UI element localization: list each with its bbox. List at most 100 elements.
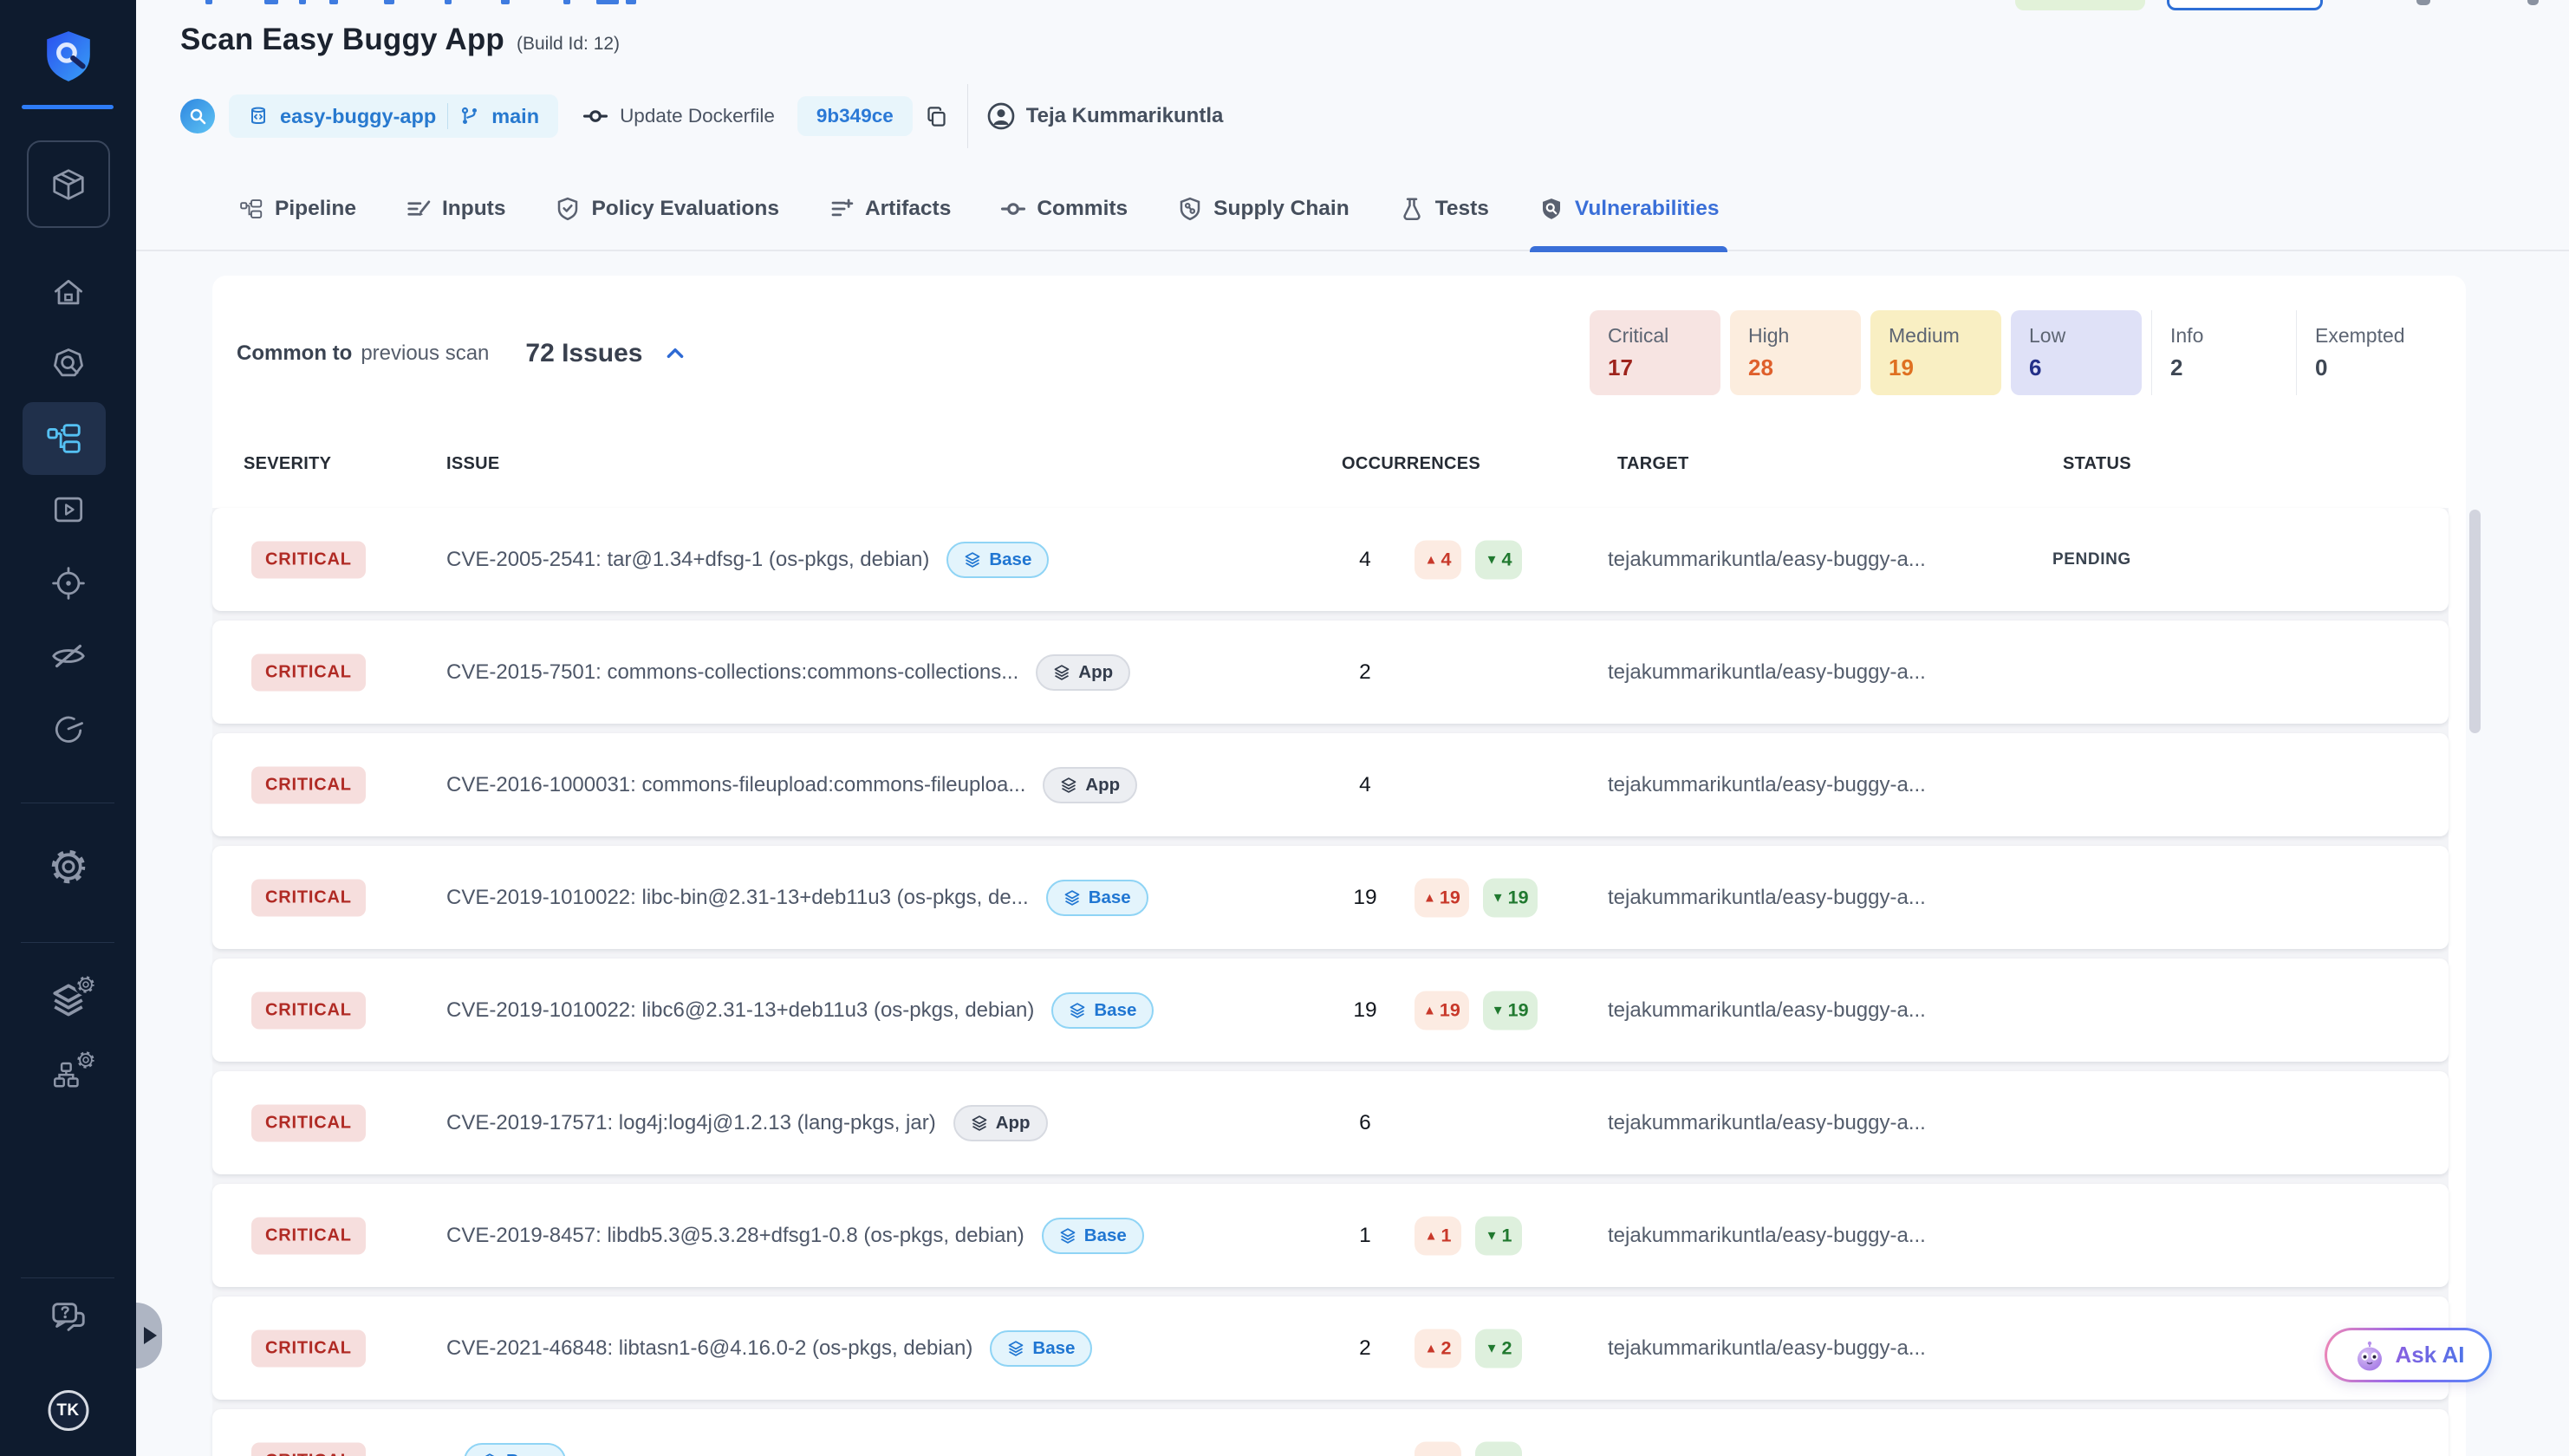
tab-pipeline[interactable]: Pipeline bbox=[238, 167, 356, 250]
issue-row[interactable]: CRITICAL CVE-2016-1000031: commons-fileu… bbox=[212, 733, 2449, 836]
sidebar-item-layers-settings[interactable] bbox=[50, 982, 87, 1023]
package-tag-label: Base bbox=[1094, 1000, 1136, 1021]
sidebar-item-gauge[interactable] bbox=[49, 710, 88, 748]
tab-icon bbox=[1538, 196, 1564, 222]
sidebar-item-org-settings[interactable] bbox=[50, 1057, 87, 1098]
triangle-up-icon: ▲ bbox=[1425, 552, 1438, 567]
tab-policy-evaluations[interactable]: Policy Evaluations bbox=[555, 167, 779, 250]
chevron-right-icon bbox=[144, 1327, 157, 1344]
severity-chip-high[interactable]: High 28 bbox=[1730, 310, 1861, 395]
tab-inputs[interactable]: Inputs bbox=[406, 167, 506, 250]
severity-badge: CRITICAL bbox=[251, 766, 366, 803]
issue-title: CVE-2021-46848: libtasn1-6@4.16.0-2 (os-… bbox=[446, 1336, 972, 1361]
module-switcher-button[interactable] bbox=[27, 140, 110, 228]
issue-row[interactable]: CRITICAL CVE-2019-8457: libdb5.3@5.3.28+… bbox=[212, 1184, 2449, 1287]
tab-label: Pipeline bbox=[275, 197, 356, 221]
layers-icon bbox=[481, 1453, 498, 1456]
issues-rows: CRITICAL CVE-2005-2541: tar@1.34+dfsg-1 … bbox=[212, 508, 2449, 1456]
tab-tests[interactable]: Tests bbox=[1399, 167, 1489, 250]
toolbar-icon-cutoff[interactable] bbox=[2416, 0, 2430, 5]
author-name: Teja Kummarikuntla bbox=[1026, 104, 1224, 128]
layers-icon bbox=[1007, 1340, 1024, 1357]
sidebar-item-settings[interactable] bbox=[49, 848, 88, 886]
sidebar-item-pipelines-active[interactable] bbox=[23, 402, 106, 475]
outlined-button-cutoff[interactable] bbox=[2167, 0, 2323, 10]
issue-row[interactable]: CRITICAL Base ▲ ▼ bbox=[212, 1409, 2449, 1456]
target-name: tejakummarikuntla/easy-buggy-a... bbox=[1608, 1224, 1926, 1248]
package-tag: Base bbox=[990, 1330, 1092, 1367]
package-tag: App bbox=[1043, 767, 1137, 803]
layers-icon bbox=[1063, 889, 1081, 907]
tab-supply-chain[interactable]: Supply Chain bbox=[1177, 167, 1350, 250]
issue-row[interactable]: CRITICAL CVE-2019-1010022: libc6@2.31-13… bbox=[212, 959, 2449, 1062]
severity-badge: CRITICAL bbox=[251, 1217, 366, 1254]
issue-title: CVE-2019-1010022: libc-bin@2.31-13+deb11… bbox=[446, 886, 1029, 910]
triangle-up-icon: ▲ bbox=[1423, 1003, 1436, 1017]
app-logo-icon[interactable] bbox=[43, 29, 94, 83]
severity-chip-low[interactable]: Low 6 bbox=[2011, 310, 2142, 395]
issue-row[interactable]: CRITICAL CVE-2019-17571: log4j:log4j@1.2… bbox=[212, 1071, 2449, 1174]
commit-sha-link[interactable]: 9b349ce bbox=[797, 96, 913, 136]
vertical-scrollbar-thumb[interactable] bbox=[2469, 510, 2481, 733]
tab-label: Commits bbox=[1037, 197, 1128, 221]
tab-artifacts[interactable]: Artifacts bbox=[829, 167, 951, 250]
tab-commits[interactable]: Commits bbox=[1000, 167, 1128, 250]
issue-row[interactable]: CRITICAL CVE-2015-7501: commons-collecti… bbox=[212, 621, 2449, 724]
sidebar-item-scans[interactable] bbox=[49, 345, 88, 383]
sidebar-item-targets[interactable] bbox=[49, 564, 88, 602]
tab-vulnerabilities[interactable]: Vulnerabilities bbox=[1538, 167, 1720, 250]
collapse-chevron-up-icon[interactable] bbox=[664, 342, 686, 365]
sidebar-item-hidden[interactable] bbox=[49, 636, 88, 676]
target-name: tejakummarikuntla/easy-buggy-a... bbox=[1608, 1336, 1926, 1361]
issue-title: CVE-2015-7501: commons-collections:commo… bbox=[446, 660, 1018, 685]
severity-chip-medium[interactable]: Medium 19 bbox=[1870, 310, 2001, 395]
severity-badge: CRITICAL bbox=[251, 1104, 366, 1141]
package-tag-label: App bbox=[996, 1113, 1031, 1134]
target-icon bbox=[49, 564, 88, 602]
status-pill-cutoff[interactable] bbox=[2015, 0, 2145, 10]
occurrences-down-chip: ▼19 bbox=[1483, 878, 1538, 917]
tab-icon bbox=[555, 196, 581, 222]
occurrences-count: 2 bbox=[1330, 1336, 1400, 1361]
scan-shield-icon bbox=[49, 345, 88, 383]
sidebar-item-help[interactable] bbox=[49, 1297, 88, 1336]
target-name: tejakummarikuntla/easy-buggy-a... bbox=[1608, 886, 1926, 910]
severity-chip-info[interactable]: Info 2 bbox=[2151, 310, 2286, 395]
issue-title: CVE-2005-2541: tar@1.34+dfsg-1 (os-pkgs,… bbox=[446, 548, 929, 572]
page-title: Scan Easy Buggy App bbox=[180, 23, 504, 57]
issue-row[interactable]: CRITICAL CVE-2021-46848: libtasn1-6@4.16… bbox=[212, 1297, 2449, 1400]
issue-row[interactable]: CRITICAL CVE-2019-1010022: libc-bin@2.31… bbox=[212, 846, 2449, 949]
issue-row[interactable]: CRITICAL CVE-2005-2541: tar@1.34+dfsg-1 … bbox=[212, 508, 2449, 611]
ask-ai-button[interactable]: Ask AI bbox=[2325, 1328, 2492, 1382]
commit-message: Update Dockerfile bbox=[620, 105, 775, 127]
ask-ai-label: Ask AI bbox=[2396, 1342, 2465, 1368]
severity-chip-exempted[interactable]: Exempted 0 bbox=[2296, 310, 2431, 395]
sidebar-item-executions[interactable] bbox=[49, 491, 88, 529]
tab-icon bbox=[829, 196, 855, 222]
severity-chip-critical[interactable]: Critical 17 bbox=[1590, 310, 1720, 395]
occurrences-up-chip: ▲2 bbox=[1415, 1329, 1461, 1368]
table-header: SEVERITY ISSUE OCCURRENCES TARGET STATUS bbox=[212, 449, 2466, 484]
target-name: tejakummarikuntla/easy-buggy-a... bbox=[1608, 660, 1926, 685]
package-tag-label: Base bbox=[1032, 1338, 1075, 1359]
severity-badge: CRITICAL bbox=[251, 1442, 366, 1456]
play-box-icon bbox=[49, 491, 88, 529]
package-tag-label: Base bbox=[1089, 887, 1131, 908]
package-tag-label: App bbox=[1078, 662, 1113, 683]
occurrences-down-chip: ▼19 bbox=[1483, 991, 1538, 1030]
user-avatar[interactable]: TK bbox=[48, 1390, 88, 1431]
toolbar-icon-cutoff[interactable] bbox=[2527, 0, 2539, 5]
severity-badge: CRITICAL bbox=[251, 653, 366, 691]
branch-link[interactable]: main bbox=[491, 105, 539, 128]
issues-summary: Common to previous scan 72 Issues bbox=[237, 339, 686, 368]
git-branch-icon bbox=[459, 106, 480, 127]
severity-chip-label: Critical bbox=[1608, 324, 1720, 348]
gear-icon bbox=[49, 848, 88, 886]
copy-icon[interactable] bbox=[925, 105, 948, 128]
severity-chip-count: 6 bbox=[2029, 354, 2142, 381]
occurrences-count: 4 bbox=[1330, 548, 1400, 572]
sidebar-item-home[interactable] bbox=[49, 274, 88, 312]
sidebar-expand-handle[interactable] bbox=[136, 1303, 162, 1368]
repo-link[interactable]: easy-buggy-app bbox=[280, 105, 436, 128]
issues-count: 72 Issues bbox=[525, 339, 642, 368]
